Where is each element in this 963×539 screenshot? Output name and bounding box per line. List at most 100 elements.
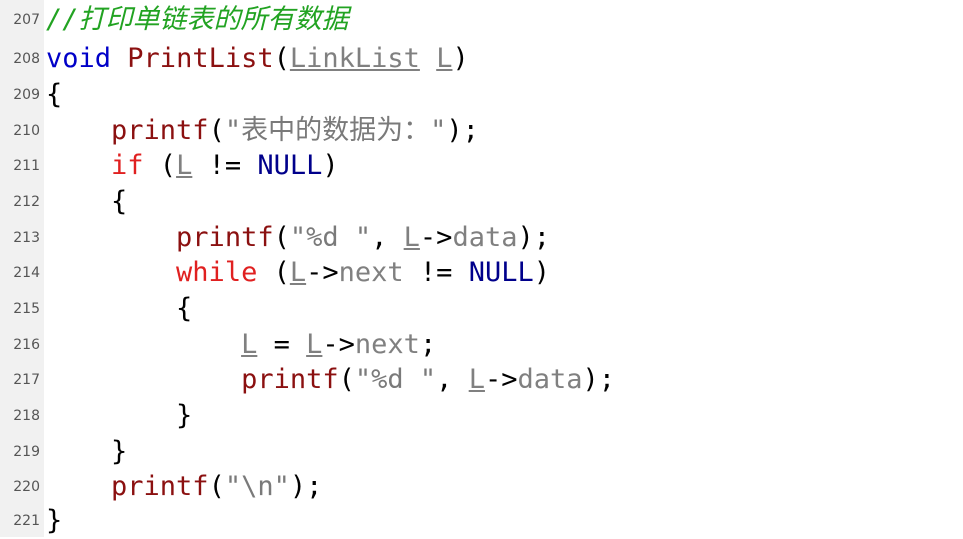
string-literal: "%d " <box>289 222 372 253</box>
punctuation: ( <box>257 257 290 288</box>
line-code[interactable]: printf("\n"); <box>46 469 322 505</box>
line-code[interactable]: { <box>46 291 192 327</box>
line-number: 216 <box>13 337 40 353</box>
code-line[interactable]: 219 } <box>0 434 963 470</box>
control-keyword: if <box>111 150 144 181</box>
punctuation: ); <box>517 222 550 253</box>
function-call: printf <box>241 364 339 395</box>
brace: { <box>46 293 193 324</box>
code-line[interactable]: 221 } <box>0 503 963 539</box>
comment: //打印单链表的所有数据 <box>46 4 349 35</box>
line-number: 221 <box>13 513 40 529</box>
punctuation: ) <box>322 150 339 181</box>
member: data <box>517 364 583 395</box>
brace: } <box>46 505 63 536</box>
string-literal: "表中的数据为：" <box>224 115 447 146</box>
punctuation: ( <box>208 115 225 146</box>
line-code[interactable]: if (L != NULL) <box>46 148 339 184</box>
code-line[interactable]: 217 printf("%d ", L->data); <box>0 362 963 398</box>
code-line[interactable]: 207 //打印单链表的所有数据 <box>0 2 963 38</box>
type-name: LinkList <box>289 43 420 74</box>
line-code[interactable]: printf("%d ", L->data); <box>46 220 550 256</box>
string-literal: "\n" <box>224 471 290 502</box>
operator: -> <box>322 329 355 360</box>
parameter: L <box>403 222 420 253</box>
punctuation: ( <box>208 471 225 502</box>
operator: -> <box>419 222 453 253</box>
function-call: printf <box>111 115 209 146</box>
brace: { <box>46 186 128 217</box>
code-line[interactable]: 210 printf("表中的数据为："); <box>0 113 963 149</box>
line-number: 213 <box>13 230 40 246</box>
line-code[interactable]: } <box>46 398 192 434</box>
line-number: 215 <box>13 301 40 317</box>
parameter: L <box>176 150 193 181</box>
line-code[interactable]: { <box>46 77 62 113</box>
code-line[interactable]: 213 printf("%d ", L->data); <box>0 220 963 256</box>
punctuation: ); <box>582 364 616 395</box>
line-code[interactable]: void PrintList(LinkList L) <box>46 41 469 77</box>
line-number: 207 <box>13 12 40 28</box>
punctuation: ( <box>143 150 177 181</box>
punctuation: ) <box>533 257 550 288</box>
code-line[interactable]: 209 { <box>0 77 963 113</box>
line-number: 220 <box>13 479 40 495</box>
parameter: L <box>468 364 485 395</box>
operator: -> <box>306 257 339 288</box>
brace: } <box>46 436 128 467</box>
parameter: L <box>241 329 258 360</box>
code-line[interactable]: 216 L = L->next; <box>0 327 963 363</box>
punctuation: , <box>371 222 404 253</box>
line-number: 211 <box>13 158 40 174</box>
control-keyword: while <box>176 257 258 288</box>
line-number: 218 <box>13 408 40 424</box>
member: next <box>338 257 404 288</box>
code-line[interactable]: 220 printf("\n"); <box>0 469 963 505</box>
member: next <box>354 329 420 360</box>
function-call: printf <box>176 222 274 253</box>
line-number: 217 <box>13 372 40 388</box>
line-number: 208 <box>13 51 40 67</box>
line-code[interactable]: while (L->next != NULL) <box>46 255 550 291</box>
code-line[interactable]: 215 { <box>0 291 963 327</box>
line-code[interactable]: { <box>46 184 127 220</box>
line-code[interactable]: //打印单链表的所有数据 <box>46 2 349 38</box>
line-code[interactable]: printf("%d ", L->data); <box>46 362 615 398</box>
punctuation: ( <box>273 43 290 74</box>
code-line[interactable]: 218 } <box>0 398 963 434</box>
function-name: PrintList <box>127 43 274 74</box>
macro: NULL <box>257 150 323 181</box>
code-line[interactable]: 208 void PrintList(LinkList L) <box>0 41 963 77</box>
code-line[interactable]: 211 if (L != NULL) <box>0 148 963 184</box>
punctuation: ( <box>338 364 355 395</box>
line-code[interactable]: L = L->next; <box>46 327 436 363</box>
code-line[interactable]: 214 while (L->next != NULL) <box>0 255 963 291</box>
line-code[interactable]: printf("表中的数据为："); <box>46 113 479 149</box>
line-code[interactable]: } <box>46 434 127 470</box>
line-number: 214 <box>13 265 40 281</box>
function-call: printf <box>111 471 209 502</box>
code-line[interactable]: 212 { <box>0 184 963 220</box>
line-number: 219 <box>13 444 40 460</box>
punctuation: ); <box>446 115 479 146</box>
operator: != <box>403 257 469 288</box>
line-number: 209 <box>13 87 40 103</box>
brace: { <box>46 79 63 110</box>
member: data <box>452 222 518 253</box>
line-code[interactable]: } <box>46 503 62 539</box>
line-number: 210 <box>13 123 40 139</box>
string-literal: "%d " <box>354 364 437 395</box>
line-number: 212 <box>13 194 40 210</box>
operator: != <box>192 150 258 181</box>
parameter: L <box>306 329 323 360</box>
punctuation: ) <box>452 43 469 74</box>
code-editor[interactable]: 207 //打印单链表的所有数据 208 void PrintList(Link… <box>0 0 963 537</box>
